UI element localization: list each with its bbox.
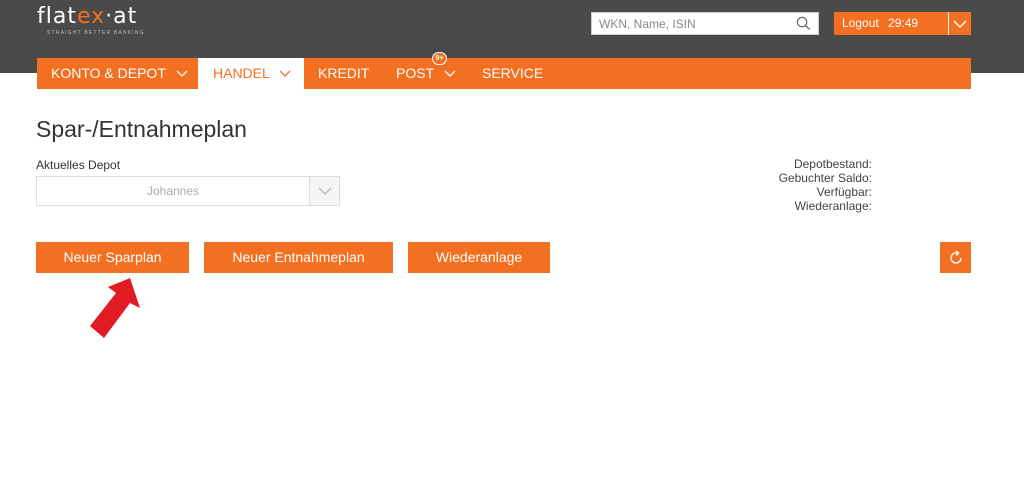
- chevron-down-icon: [953, 19, 967, 28]
- logout-button[interactable]: Logout 29:49: [834, 12, 948, 35]
- depot-select[interactable]: Johannes: [36, 176, 340, 206]
- chevron-down-icon: [279, 70, 291, 77]
- nav-item-service[interactable]: SERVICE: [482, 58, 543, 89]
- nav-item-handel[interactable]: HANDEL: [198, 58, 304, 89]
- red-arrow-icon: [90, 278, 140, 338]
- depot-select-caret[interactable]: [309, 177, 339, 205]
- chevron-down-icon: [444, 70, 456, 77]
- main-nav: KONTO & DEPOT HANDEL KREDIT POST SERVICE: [37, 58, 971, 89]
- refresh-button[interactable]: [940, 242, 971, 273]
- refresh-icon: [949, 249, 962, 264]
- search-input[interactable]: [592, 13, 787, 34]
- search-icon[interactable]: [796, 16, 811, 31]
- flatex-logo[interactable]: flatex·at STRAIGHT BETTER BANKING: [37, 4, 145, 37]
- logo-wordmark: flatex·at: [37, 4, 138, 29]
- nav-item-label: KONTO & DEPOT: [51, 65, 166, 81]
- chevron-down-icon: [176, 70, 187, 77]
- depot-select-value: Johannes: [146, 184, 200, 198]
- chevron-down-icon: [318, 187, 331, 195]
- search-box: [591, 12, 819, 35]
- wiederanlage-label: Wiederanlage:: [794, 199, 872, 213]
- logo-tagline: STRAIGHT BETTER BANKING: [47, 30, 145, 36]
- depot-label: Aktuelles Depot: [36, 158, 121, 172]
- logout-dropdown-button[interactable]: [948, 12, 971, 35]
- depotbestand-label: Depotbestand:: [793, 157, 872, 171]
- post-notification-badge: 9+: [432, 52, 447, 65]
- page-title: Spar-/Entnahmeplan: [36, 116, 247, 142]
- wiederanlage-button[interactable]: Wiederanlage: [408, 242, 550, 273]
- saldo-label: Gebuchter Saldo:: [778, 171, 872, 185]
- nav-item-post[interactable]: POST: [396, 58, 456, 89]
- new-sparplan-button[interactable]: Neuer Sparplan: [36, 242, 189, 273]
- new-entnahmeplan-button[interactable]: Neuer Entnahmeplan: [204, 242, 393, 273]
- nav-item-label: POST: [396, 65, 434, 81]
- nav-item-kredit[interactable]: KREDIT: [318, 58, 369, 89]
- logout-label: Logout: [842, 16, 879, 30]
- session-timer: 29:49: [888, 16, 919, 30]
- nav-item-label: KREDIT: [318, 65, 370, 81]
- depot-summary: Depotbestand: Gebuchter Saldo: Verfügbar…: [740, 157, 872, 213]
- nav-item-label: SERVICE: [482, 65, 544, 81]
- nav-item-label: HANDEL: [213, 65, 270, 81]
- nav-item-konto-depot[interactable]: KONTO & DEPOT: [51, 58, 188, 89]
- verfuegbar-label: Verfügbar:: [816, 185, 872, 199]
